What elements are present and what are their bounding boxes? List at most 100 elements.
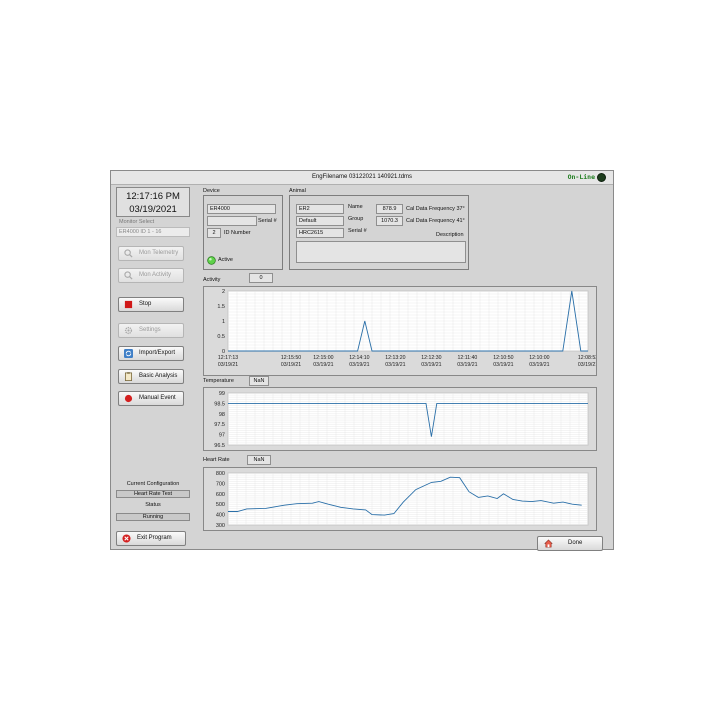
y-tick-label: 99 — [219, 391, 225, 397]
animal-name-field[interactable]: ER2 — [296, 204, 344, 214]
stop-label: Stop — [139, 301, 152, 307]
status-label: Status — [145, 502, 161, 508]
x-tick-date: 03/19/21 — [421, 362, 441, 368]
animal-serial-field[interactable]: HRC2615 — [296, 228, 344, 238]
animal-title: Animal — [289, 188, 306, 194]
manual-event-button[interactable]: Manual Event — [118, 391, 184, 406]
device-id-field[interactable]: 2 — [207, 228, 221, 238]
x-tick-time: 12:08:53 — [578, 355, 596, 361]
basic-analysis-button[interactable]: Basic Analysis — [118, 369, 184, 384]
mon-activity-label: Mon Activity — [139, 272, 172, 278]
clock-display: 12:17:16 PM 03/19/2021 — [116, 187, 190, 217]
animal-panel: ER2 Name 878.9 Cal Data Frequency 37° De… — [289, 195, 469, 270]
online-led-icon — [597, 172, 606, 182]
heart-rate-value-field: NaN — [247, 455, 271, 465]
x-tick-time: 12:15:50 — [281, 355, 301, 361]
temperature-value-field: NaN — [249, 376, 269, 386]
done-button[interactable]: Done — [537, 536, 603, 551]
y-tick-label: 2 — [222, 289, 225, 295]
x-tick-date: 03/19/21 — [578, 362, 596, 368]
x-tick-time: 12:10:00 — [529, 355, 549, 361]
cal-37-label: Cal Data Frequency 37° — [406, 206, 465, 212]
online-indicator: On-Line — [568, 172, 606, 183]
x-tick-time: 12:13:20 — [385, 355, 405, 361]
current-configuration-value: Heart Rate Test — [116, 490, 190, 498]
y-tick-label: 500 — [216, 502, 225, 508]
stop-icon — [124, 300, 133, 309]
activity-value-field: 0 — [249, 273, 273, 283]
device-model-field[interactable]: ER4000 — [207, 204, 276, 214]
gear-icon — [124, 326, 133, 335]
y-tick-label: 1 — [222, 319, 225, 325]
x-tick-date: 03/19/21 — [529, 362, 549, 368]
y-tick-label: 300 — [216, 523, 225, 529]
title-bar: EngFilename 03122021 140921.tdms On-Line — [111, 171, 613, 185]
device-title: Device — [203, 188, 220, 194]
cal-41-label: Cal Data Frequency 41° — [406, 218, 465, 224]
y-tick-label: 97 — [219, 433, 225, 439]
mon-activity-button[interactable]: Mon Activity — [118, 268, 184, 283]
x-tick-date: 03/19/21 — [493, 362, 513, 368]
heart-rate-chart: 300 400 500 600 700 800 — [203, 467, 597, 531]
animal-group-label: Group — [348, 216, 364, 222]
heart-rate-label: Heart Rate — [203, 457, 230, 463]
cal-41-field[interactable]: 1070.3 — [376, 216, 403, 226]
basic-analysis-label: Basic Analysis — [139, 373, 178, 379]
active-label: Active — [218, 257, 233, 263]
y-tick-label: 700 — [216, 481, 225, 487]
clock-date: 03/19/2021 — [129, 204, 177, 215]
temperature-chart: 96.5 97 97.5 98 98.5 99 — [203, 387, 597, 451]
settings-label: Settings — [139, 327, 161, 333]
y-tick-label: 98.5 — [214, 401, 225, 407]
y-tick-label: 0.5 — [217, 334, 225, 340]
activity-chart: 0 0.5 1 1.5 2 12:17:13 03/19/21 12:15:50 03/19/2… — [203, 286, 597, 376]
x-tick-date: 03/19/21 — [313, 362, 333, 368]
settings-button[interactable]: Settings — [118, 323, 184, 338]
close-icon — [122, 534, 131, 543]
window-title: EngFilename 03122021 140921.tdms — [311, 174, 413, 180]
y-tick-label: 1.5 — [217, 304, 225, 310]
temperature-label: Temperature — [203, 378, 234, 384]
x-tick-date: 03/19/21 — [385, 362, 405, 368]
monitor-select-dropdown[interactable]: ER4000 ID 1 - 16 — [116, 227, 190, 237]
x-tick-time: 12:11:40 — [457, 355, 477, 361]
device-id-label: ID Number — [224, 230, 251, 236]
animal-group-field[interactable]: Default — [296, 216, 344, 226]
x-tick-time: 12:14:10 — [349, 355, 369, 361]
device-serial-label: Serial # — [258, 218, 277, 224]
heart-rate-chart-svg: 300 400 500 600 700 800 — [216, 471, 589, 529]
animal-name-label: Name — [348, 204, 363, 210]
refresh-icon — [124, 349, 133, 358]
mon-telemetry-button[interactable]: Mon Telemetry — [118, 246, 184, 261]
main-window: EngFilename 03122021 140921.tdms On-Line… — [110, 170, 614, 551]
temperature-chart-svg: 96.5 97 97.5 98 98.5 99 — [214, 391, 589, 449]
x-tick-time: 12:15:00 — [313, 355, 333, 361]
home-icon — [544, 539, 553, 548]
clipboard-icon — [124, 372, 133, 381]
x-tick-date: 03/19/21 — [218, 362, 238, 368]
animal-serial-label: Serial # — [348, 228, 367, 234]
y-tick-label: 97.5 — [214, 422, 225, 428]
magnifier-icon — [124, 249, 133, 258]
mon-telemetry-label: Mon Telemetry — [139, 250, 179, 256]
done-label: Done — [568, 540, 583, 546]
activity-chart-svg: 00.511.5212:17:1303/19/2112:15:5003/19/2… — [217, 289, 596, 368]
import-export-label: Import/Export — [139, 350, 176, 356]
x-tick-date: 03/19/21 — [349, 362, 369, 368]
y-tick-label: 98 — [219, 412, 225, 418]
status-value: Running — [116, 513, 190, 521]
description-label: Description — [436, 232, 464, 238]
record-icon — [124, 394, 133, 403]
y-tick-label: 400 — [216, 513, 225, 519]
cal-37-field[interactable]: 878.9 — [376, 204, 403, 214]
y-tick-label: 96.5 — [214, 443, 225, 449]
online-label: On-Line — [567, 173, 595, 181]
description-field[interactable] — [296, 241, 466, 263]
exit-program-button[interactable]: Exit Program — [116, 531, 186, 546]
import-export-button[interactable]: Import/Export — [118, 346, 184, 361]
magnifier-icon — [124, 271, 133, 280]
device-panel: ER4000 Serial # 2 ID Number Active — [203, 195, 283, 270]
stop-button[interactable]: Stop — [118, 297, 184, 312]
device-serial-field[interactable] — [207, 216, 257, 226]
x-tick-time: 12:17:13 — [218, 355, 238, 361]
